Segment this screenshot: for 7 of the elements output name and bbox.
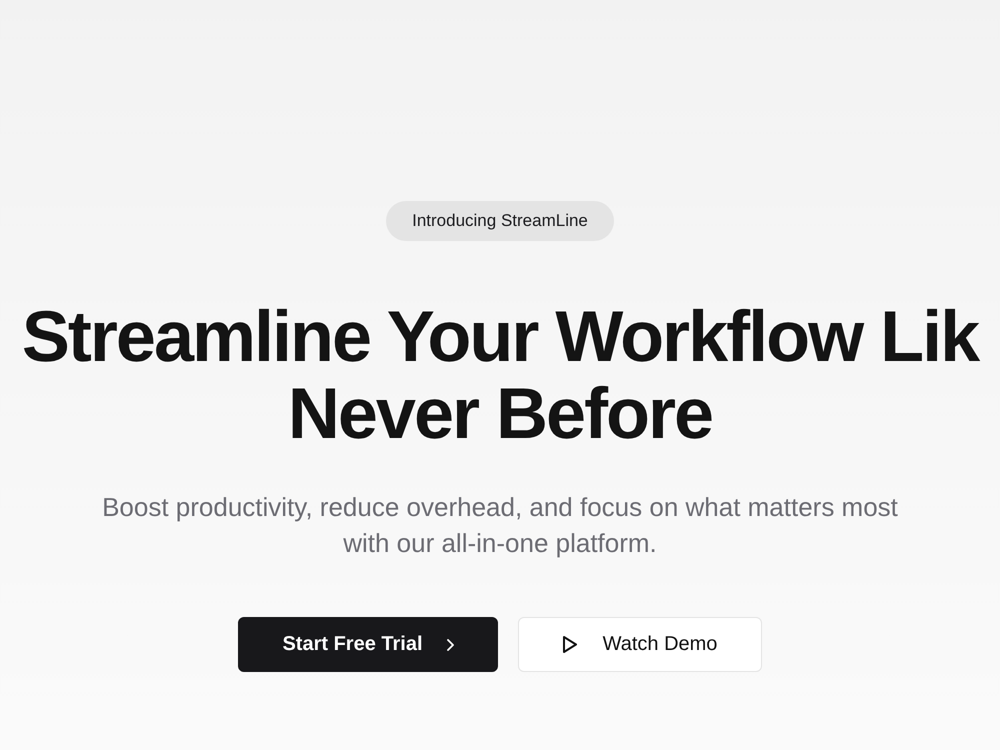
hero-subtitle: Boost productivity, reduce overhead, and focus on what matters most with our all-in-one platform. <box>101 491 899 560</box>
hero-heading: Streamline Your Workflow Lik Never Before <box>22 299 978 453</box>
chevron-right-icon <box>446 638 454 650</box>
announcement-badge: Introducing StreamLine <box>386 201 614 241</box>
play-icon <box>562 636 577 653</box>
watch-demo-button[interactable]: Watch Demo <box>518 617 762 672</box>
start-trial-button[interactable]: Start Free Trial <box>238 617 498 672</box>
